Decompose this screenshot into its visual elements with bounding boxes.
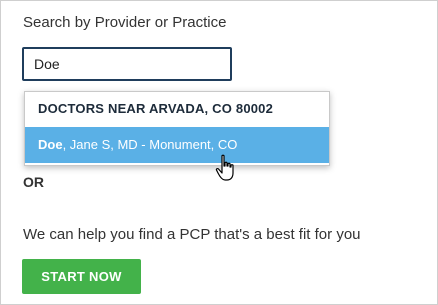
suggestion-match-text: Doe <box>38 137 63 152</box>
provider-search-input[interactable] <box>22 47 232 81</box>
start-now-button[interactable]: START NOW <box>22 259 141 294</box>
or-divider-label: OR <box>23 174 44 190</box>
suggestions-header: DOCTORS NEAR ARVADA, CO 80002 <box>38 101 274 116</box>
search-label: Search by Provider or Practice <box>23 14 227 31</box>
suggestion-rest-text: , Jane S, MD - Monument, CO <box>62 137 238 152</box>
provider-search-panel: Search by Provider or Practice DOCTORS N… <box>0 0 438 305</box>
hand-pointer-icon <box>215 154 234 181</box>
pcp-help-text: We can help you find a PCP that's a best… <box>23 226 361 243</box>
search-suggestions-dropdown: DOCTORS NEAR ARVADA, CO 80002 Doe, Jane … <box>24 91 330 166</box>
suggestion-option[interactable]: Doe, Jane S, MD - Monument, CO <box>25 127 329 163</box>
